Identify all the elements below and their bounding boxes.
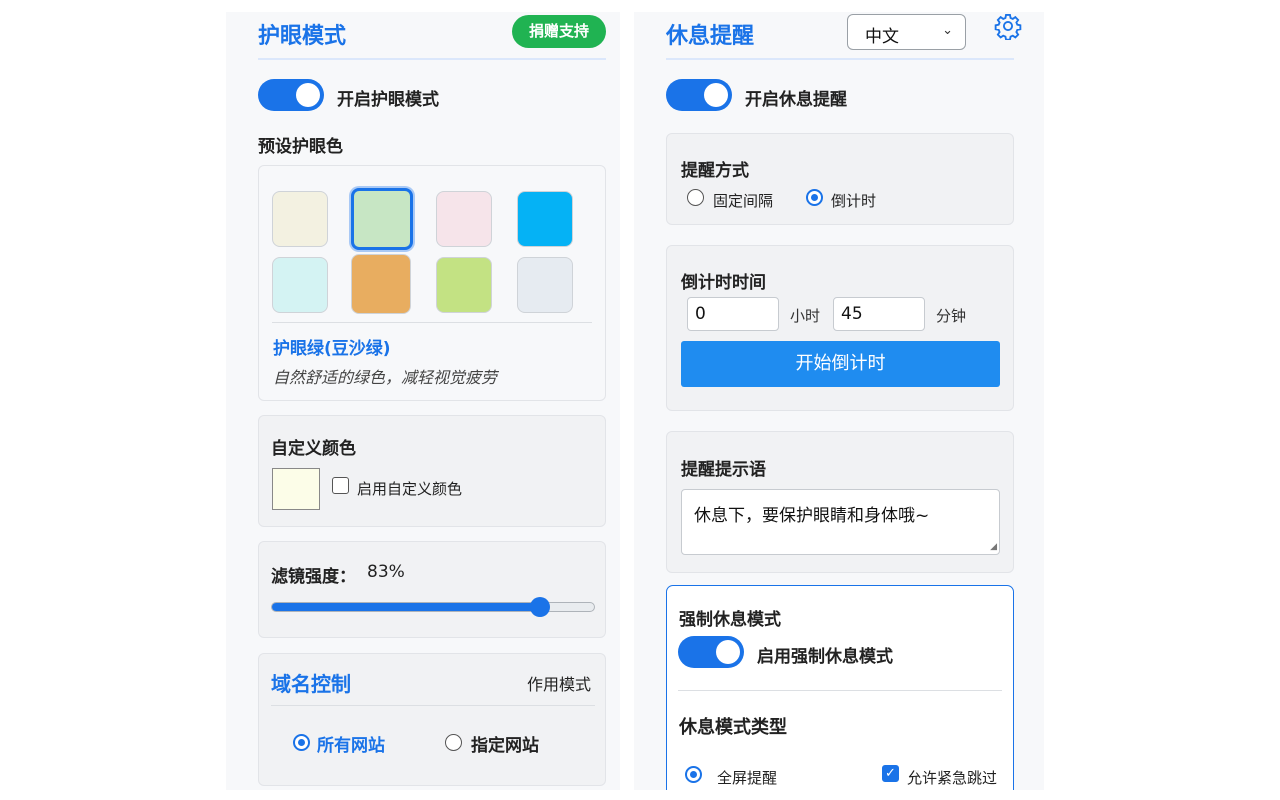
eye-protection-panel: 护眼模式 捐赠支持 开启护眼模式 预设护眼色 护眼绿(豆沙绿) 自然舒适的绿色，… <box>226 12 620 790</box>
swatch-pink[interactable] <box>436 191 492 247</box>
swatch-bean-green[interactable] <box>351 188 413 250</box>
custom-color-card: 自定义颜色 启用自定义颜色 <box>258 415 606 527</box>
selected-color-description: 自然舒适的绿色，减轻视觉疲劳 <box>273 368 498 387</box>
rest-fullscreen-radio[interactable] <box>685 766 702 783</box>
reminder-message-text: 休息下，要保护眼睛和身体哦~ <box>694 506 930 526</box>
toggle-knob <box>716 640 740 664</box>
method-fixed-radio[interactable] <box>687 189 704 206</box>
preset-divider <box>272 322 592 323</box>
donate-button[interactable]: 捐赠支持 <box>512 15 606 48</box>
language-select[interactable]: 中文 ⌄ <box>847 14 966 50</box>
method-fixed-label: 固定间隔 <box>713 192 774 210</box>
rest-fullscreen-label: 全屏提醒 <box>717 769 778 787</box>
toggle-knob <box>296 83 320 107</box>
filter-strength-value: 83% <box>367 562 405 582</box>
domain-specific-label: 指定网站 <box>471 736 539 756</box>
reminder-method-card: 提醒方式 固定间隔 倒计时 <box>666 133 1014 225</box>
domain-all-label: 所有网站 <box>317 736 385 756</box>
chevron-down-icon: ⌄ <box>942 23 953 38</box>
preset-colors-heading: 预设护眼色 <box>258 137 343 157</box>
preset-colors-card: 护眼绿(豆沙绿) 自然舒适的绿色，减轻视觉疲劳 <box>258 165 606 401</box>
swatch-cyan[interactable] <box>272 257 328 313</box>
domain-mode-label: 作用模式 <box>527 675 592 694</box>
swatch-cream[interactable] <box>272 191 328 247</box>
force-rest-divider <box>678 690 1002 691</box>
gear-icon[interactable] <box>994 12 1022 40</box>
countdown-card: 倒计时时间 0 小时 45 分钟 开始倒计时 <box>666 245 1014 411</box>
reminder-message-textarea[interactable]: 休息下，要保护眼睛和身体哦~ ◢ <box>681 489 1000 555</box>
custom-color-checkbox[interactable] <box>332 477 349 494</box>
header-divider <box>666 58 1014 60</box>
hours-input[interactable]: 0 <box>687 297 779 331</box>
rest-type-heading: 休息模式类型 <box>679 717 787 738</box>
force-rest-toggle[interactable] <box>678 636 744 668</box>
hours-unit: 小时 <box>790 307 821 325</box>
domain-control-title: 域名控制 <box>271 672 351 696</box>
swatch-lime[interactable] <box>436 257 492 313</box>
rest-reminder-toggle[interactable] <box>666 79 732 111</box>
eye-protection-toggle-label: 开启护眼模式 <box>337 90 439 110</box>
custom-color-checkbox-label: 启用自定义颜色 <box>357 480 463 498</box>
force-rest-heading: 强制休息模式 <box>679 610 781 630</box>
selected-color-name: 护眼绿(豆沙绿) <box>273 339 391 359</box>
reminder-message-card: 提醒提示语 休息下，要保护眼睛和身体哦~ ◢ <box>666 431 1014 573</box>
rest-reminder-panel: 休息提醒 中文 ⌄ 开启休息提醒 提醒方式 固定间隔 倒计时 倒计时时间 0 小… <box>634 12 1044 790</box>
swatch-orange[interactable] <box>351 254 411 314</box>
domain-divider <box>271 705 595 706</box>
force-rest-card: 强制休息模式 启用强制休息模式 休息模式类型 全屏提醒 ✓ 允许紧急跳过 <box>666 585 1014 790</box>
custom-color-heading: 自定义颜色 <box>271 439 356 459</box>
filter-strength-label: 滤镜强度： <box>271 567 356 587</box>
slider-thumb[interactable] <box>529 597 550 617</box>
allow-skip-checkbox[interactable]: ✓ <box>882 765 899 782</box>
force-rest-toggle-label: 启用强制休息模式 <box>757 647 893 667</box>
rest-reminder-title: 休息提醒 <box>666 24 755 49</box>
domain-all-radio[interactable] <box>293 734 310 751</box>
minutes-unit: 分钟 <box>936 307 967 325</box>
toggle-knob <box>704 83 728 107</box>
reminder-method-heading: 提醒方式 <box>681 161 749 181</box>
swatch-sky-blue[interactable] <box>517 191 573 247</box>
swatch-light-gray[interactable] <box>517 257 573 313</box>
minutes-input[interactable]: 45 <box>833 297 925 331</box>
filter-strength-card: 滤镜强度： 83% <box>258 541 606 638</box>
eye-protection-toggle[interactable] <box>258 79 324 111</box>
method-countdown-label: 倒计时 <box>831 192 877 210</box>
custom-color-preview[interactable] <box>272 468 320 510</box>
reminder-message-heading: 提醒提示语 <box>681 460 766 480</box>
domain-control-card: 域名控制 作用模式 所有网站 指定网站 <box>258 653 606 786</box>
allow-skip-label: 允许紧急跳过 <box>907 769 998 787</box>
rest-reminder-toggle-label: 开启休息提醒 <box>745 90 847 110</box>
resize-handle-icon[interactable]: ◢ <box>990 542 997 552</box>
slider-fill <box>272 603 540 611</box>
domain-specific-radio[interactable] <box>445 734 462 751</box>
start-countdown-button[interactable]: 开始倒计时 <box>681 341 1000 387</box>
eye-protection-title: 护眼模式 <box>258 24 347 49</box>
method-countdown-radio[interactable] <box>806 189 823 206</box>
countdown-heading: 倒计时时间 <box>681 273 766 293</box>
language-select-value: 中文 <box>865 27 899 47</box>
header-divider <box>258 58 606 60</box>
